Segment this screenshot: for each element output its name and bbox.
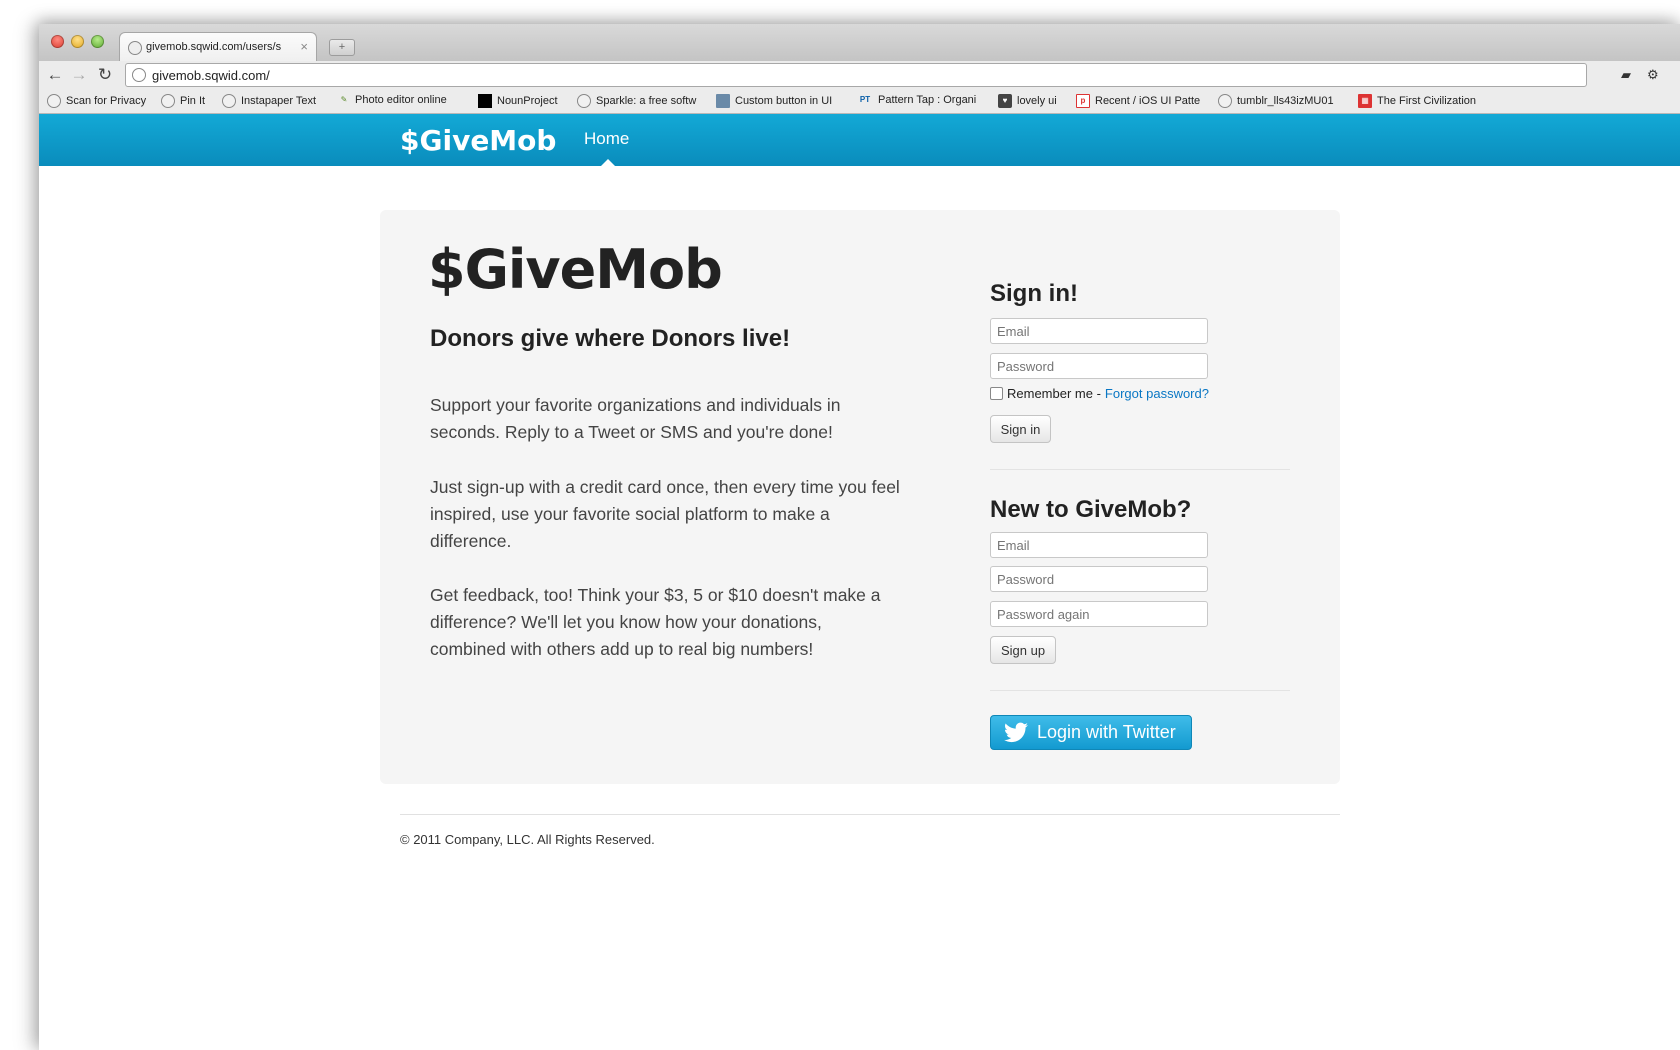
bookmark-item[interactable]: Custom button in UI [716, 94, 832, 108]
bookmark-item[interactable]: Sparkle: a free softw [577, 94, 696, 108]
top-navbar: $GiveMob Home [39, 114, 1680, 166]
bookmark-item[interactable]: Pin It [161, 94, 205, 108]
signin-heading: Sign in! [990, 280, 1078, 307]
globe-icon [577, 94, 591, 108]
bookmark-label: Scan for Privacy [66, 95, 147, 107]
pen-icon: ✎ [340, 95, 348, 104]
address-bar[interactable]: givemob.sqwid.com/ [125, 63, 1587, 87]
p-icon: p [1076, 94, 1090, 108]
browser-toolbar: ← → ↻ givemob.sqwid.com/ ▰ ⚙ [39, 61, 1680, 91]
twitter-button-label: Login with Twitter [1037, 722, 1176, 742]
bookmark-label: The First Civilization [1377, 95, 1477, 107]
bookmark-label: Pattern Tap : Organi [878, 94, 977, 106]
globe-icon [1218, 94, 1232, 108]
forward-arrow-icon[interactable]: → [69, 65, 89, 85]
bookmark-label: Photo editor online [355, 94, 447, 106]
pt-icon: PT [859, 95, 871, 104]
square-icon [478, 94, 492, 108]
bookmark-label: Instapaper Text [241, 95, 317, 107]
tab-title: givemob.sqwid.com/users/s [146, 41, 282, 53]
bookmark-item[interactable]: ▦ The First Civilization [1358, 94, 1476, 108]
bookmark-label: tumblr_lls43izMU01 [1237, 95, 1334, 107]
hero-paragraph: Get feedback, too! Think your $3, 5 or $… [430, 585, 881, 659]
globe-icon [132, 68, 146, 82]
hero-tagline: Donors give where Donors live! [430, 325, 791, 352]
hero-panel: $GiveMob Donors give where Donors live! … [380, 210, 1340, 784]
signup-button[interactable]: Sign up [990, 636, 1056, 664]
shield-icon: ♥ [998, 94, 1012, 108]
globe-icon [161, 94, 175, 108]
signup-email-input[interactable] [990, 532, 1208, 558]
bookmark-item[interactable]: PT Pattern Tap : Organi [857, 94, 976, 106]
browser-tab[interactable]: givemob.sqwid.com/users/s × [119, 32, 317, 63]
bookmark-label: NounProject [497, 95, 558, 107]
bookmark-item[interactable]: ✎ Photo editor online [338, 94, 447, 106]
signup-password-again-input[interactable] [990, 601, 1208, 627]
bookmark-label: Custom button in UI [735, 95, 833, 107]
reload-icon[interactable]: ↻ [95, 65, 115, 85]
globe-icon [47, 94, 61, 108]
divider [990, 469, 1290, 470]
bookmark-item[interactable]: p Recent / iOS UI Patte [1076, 94, 1200, 108]
forgot-password-link[interactable]: Forgot password? [1105, 386, 1209, 401]
twitter-bird-icon [1004, 722, 1028, 743]
bookmark-item[interactable]: tumblr_lls43izMU01 [1218, 94, 1334, 108]
hero-paragraph: Just sign-up with a credit card once, th… [430, 477, 900, 551]
bookmark-label: Sparkle: a free softw [596, 95, 697, 107]
remember-label: Remember me - [1007, 386, 1101, 401]
hero-title: $GiveMob [428, 238, 723, 301]
hero-paragraph: Support your favorite organizations and … [430, 395, 841, 442]
bookmark-label: Recent / iOS UI Patte [1095, 95, 1201, 107]
remember-me-checkbox[interactable] [990, 387, 1003, 400]
login-with-twitter-button[interactable]: Login with Twitter [990, 715, 1192, 750]
image-icon [716, 94, 730, 108]
brand-logo[interactable]: $GiveMob [400, 124, 556, 157]
footer-copyright: © 2011 Company, LLC. All Rights Reserved… [400, 832, 655, 847]
globe-icon [128, 41, 142, 55]
web-page: $GiveMob Home $GiveMob Donors give where… [39, 114, 1680, 1050]
wrench-icon[interactable]: ⚙ [1647, 67, 1659, 83]
bookmark-item[interactable]: Instapaper Text [222, 94, 316, 108]
divider [990, 690, 1290, 691]
new-tab-button[interactable]: + [329, 39, 355, 56]
active-nav-indicator [601, 159, 615, 166]
signin-password-input[interactable] [990, 353, 1208, 379]
zoom-window-button[interactable] [91, 35, 104, 48]
signup-password-input[interactable] [990, 566, 1208, 592]
bookmark-item[interactable]: Scan for Privacy [47, 94, 146, 108]
browser-window: givemob.sqwid.com/users/s × + ← → ↻ give… [39, 24, 1680, 1050]
tab-strip: givemob.sqwid.com/users/s × + [39, 24, 1680, 63]
signin-email-input[interactable] [990, 318, 1208, 344]
extension-icon[interactable]: ▰ [1621, 67, 1631, 83]
bookmarks-bar: Scan for Privacy Pin It Instapaper Text … [39, 91, 1680, 114]
minimize-window-button[interactable] [71, 35, 84, 48]
url-text: givemob.sqwid.com/ [152, 68, 270, 83]
bookmark-item[interactable]: NounProject [478, 94, 558, 108]
close-window-button[interactable] [51, 35, 64, 48]
close-icon[interactable]: × [300, 39, 308, 54]
auth-column: Sign in! Remember me - Forgot password? … [990, 210, 1300, 784]
remember-row: Remember me - Forgot password? [990, 386, 1209, 401]
bookmark-item[interactable]: ♥ lovely ui [998, 94, 1057, 108]
back-arrow-icon[interactable]: ← [45, 65, 65, 85]
bookmark-label: lovely ui [1017, 95, 1057, 107]
globe-icon [222, 94, 236, 108]
bookmark-label: Pin It [180, 95, 206, 107]
grid-icon: ▦ [1358, 94, 1372, 108]
signin-button[interactable]: Sign in [990, 415, 1051, 443]
nav-item-home[interactable]: Home [584, 129, 629, 149]
signup-heading: New to GiveMob? [990, 496, 1192, 523]
footer-divider [400, 814, 1340, 815]
